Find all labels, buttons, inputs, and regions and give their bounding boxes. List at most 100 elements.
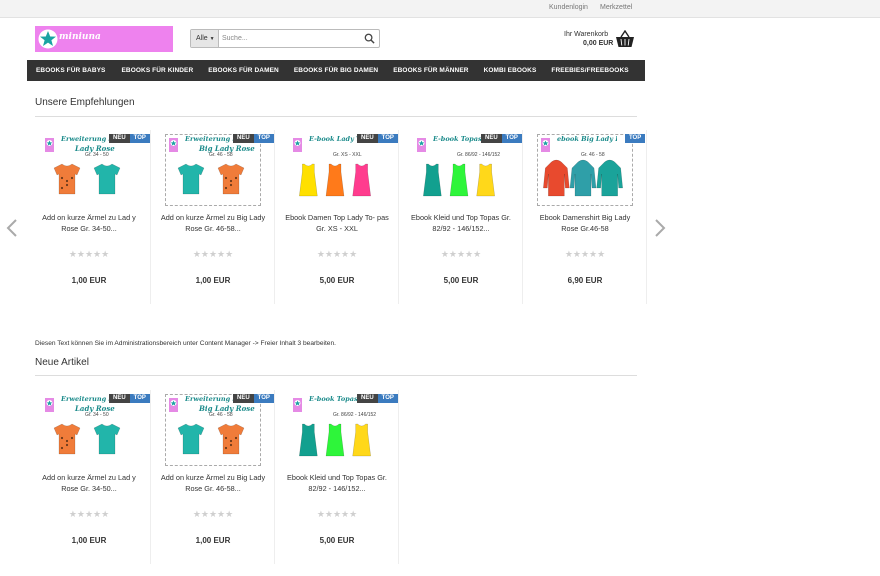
basket-icon[interactable] (615, 30, 635, 48)
new-badge: NEU (233, 394, 254, 403)
rating-stars: ★★★★★ (68, 509, 110, 519)
shirt-shape (53, 163, 81, 195)
star-logo-icon (38, 29, 58, 49)
nav-item-damen[interactable]: EBOOKS FÜR DAMEN (208, 67, 279, 74)
brand-stamp-icon (45, 138, 54, 152)
product-price: 5,00 EUR (443, 276, 479, 285)
top-bar: Kundenlogin Merkzettel (0, 0, 880, 18)
search-bar: Alle ▼ (190, 29, 380, 48)
pattern-dot (229, 179, 233, 183)
wishlist-link[interactable]: Merkzettel (600, 4, 632, 11)
product-name-link[interactable]: Add on kurze Ärmel zu Lad y Rose Gr. 34-… (35, 212, 143, 234)
shirt-shape (93, 163, 121, 195)
product-card[interactable]: Erweiterung kurze ÄrmelLady RoseGr. 34 -… (27, 130, 151, 304)
rating-stars: ★★★★★ (564, 249, 606, 259)
badge-group: TOP (625, 134, 646, 143)
rating-stars: ★★★★★ (192, 509, 234, 519)
shirt-shape (596, 159, 623, 197)
chevron-left-icon[interactable] (6, 218, 18, 238)
product-name-link[interactable]: Add on kurze Ärmel zu Big Lady Rose Gr. … (159, 212, 267, 234)
brand-name: miniuna (59, 32, 101, 42)
product-illustration (299, 423, 371, 457)
top-badge: TOP (377, 394, 398, 403)
pattern-dot (224, 186, 228, 190)
product-card[interactable]: E-book Topas Gr. 86/92 - 146/152 NEU TOP Ebo… (275, 390, 399, 564)
shirt-shape (423, 163, 442, 197)
shirt-shape (569, 159, 597, 197)
new-badge: NEU (357, 394, 378, 403)
search-input[interactable] (222, 31, 357, 46)
badge-group: NEU TOP (481, 134, 522, 143)
shirt-shape (53, 423, 81, 455)
badge-group: NEU TOP (109, 134, 150, 143)
badge-group: NEU TOP (109, 394, 150, 403)
top-badge: TOP (129, 394, 150, 403)
shirt-shape (177, 423, 205, 455)
chevron-right-icon[interactable] (654, 218, 666, 238)
divider (35, 116, 637, 117)
product-price: 6,90 EUR (567, 276, 603, 285)
product-name-link[interactable]: Add on kurze Ärmel zu Lad y Rose Gr. 34-… (35, 472, 143, 494)
badge-group: NEU TOP (357, 394, 398, 403)
product-name-link[interactable]: Ebook Kleid und Top Topas Gr. 82/92 - 14… (283, 472, 391, 494)
top-badge: TOP (377, 134, 398, 143)
product-price: 1,00 EUR (195, 536, 231, 545)
product-card[interactable]: Erweiterung kurze ÄrmelLady RoseGr. 34 -… (27, 390, 151, 564)
pattern-dot (65, 183, 69, 187)
product-name-link[interactable]: Add on kurze Ärmel zu Big Lady Rose Gr. … (159, 472, 267, 494)
top-badge: TOP (253, 134, 274, 143)
product-name-link[interactable]: Ebook Damenshirt Big Lady Rose Gr.46-58 (531, 212, 639, 234)
rating-stars: ★★★★★ (316, 249, 358, 259)
brand-stamp-icon (293, 138, 302, 152)
pattern-dot (224, 436, 228, 440)
brand-stamp-icon (541, 138, 550, 152)
search-category-label: Alle (196, 35, 208, 42)
product-illustration (423, 163, 495, 197)
top-badge: TOP (501, 134, 522, 143)
cart-total[interactable]: 0,00 EUR (583, 40, 613, 47)
nav-item-babys[interactable]: EBOOKS FÜR BABYS (36, 67, 106, 74)
top-badge: TOP (253, 394, 274, 403)
customer-login-link[interactable]: Kundenlogin (549, 4, 588, 11)
brand-stamp-icon (293, 398, 302, 412)
shirt-shape (177, 163, 205, 195)
top-badge: TOP (129, 134, 150, 143)
nav-item-kombi[interactable]: KOMBI EBOOKS (484, 67, 537, 74)
pattern-dot (60, 436, 64, 440)
free-content-note: Diesen Text können Sie im Administration… (35, 340, 336, 347)
cart-label[interactable]: Ihr Warenkorb (564, 31, 608, 38)
product-card[interactable]: Erweiterung kurze ÄrmelBig Lady RoseGr. … (151, 390, 275, 564)
nav-item-kinder[interactable]: EBOOKS FÜR KINDER (122, 67, 194, 74)
nav-item-freebies[interactable]: FREEBIES/FREEBOOKS (551, 67, 628, 74)
search-category-select[interactable]: Alle ▼ (191, 30, 219, 47)
pattern-dot (60, 186, 64, 190)
site-logo[interactable]: miniuna (35, 26, 173, 52)
product-illustration (53, 163, 121, 195)
product-illustration (177, 423, 245, 455)
shirt-shape (325, 163, 345, 197)
pattern-dot (234, 176, 238, 180)
nav-item-big-damen[interactable]: EBOOKS FÜR BIG DAMEN (294, 67, 378, 74)
new-badge: NEU (481, 134, 502, 143)
pattern-dot (60, 446, 64, 450)
product-card[interactable]: Erweiterung kurze ÄrmelBig Lady RoseGr. … (151, 130, 275, 304)
nav-item-maenner[interactable]: EBOOKS FÜR MÄNNER (393, 67, 468, 74)
brand-stamp-icon (169, 138, 178, 152)
product-card[interactable]: E-book Topas Gr. 86/92 - 146/152 NEU TOP Ebo… (399, 130, 523, 304)
product-name-link[interactable]: Ebook Damen Top Lady To- pas Gr. XS - XX… (283, 212, 391, 234)
rating-stars: ★★★★★ (440, 249, 482, 259)
product-price: 1,00 EUR (195, 276, 231, 285)
product-illustration (543, 159, 623, 197)
product-card[interactable]: E-book Lady TopasGr. XS - XXLNEUTOPEbook… (275, 130, 399, 304)
pattern-dot (229, 439, 233, 443)
chevron-down-icon: ▼ (209, 36, 215, 42)
search-icon[interactable] (364, 33, 375, 44)
product-illustration (177, 163, 245, 195)
shirt-shape (217, 423, 245, 455)
rating-stars: ★★★★★ (316, 509, 358, 519)
shirt-shape (325, 423, 345, 457)
product-card[interactable]: ebook Big Lady RoseGr. 46 - 58TOPEbook D… (523, 130, 647, 304)
shirt-shape (352, 423, 371, 457)
product-name-link[interactable]: Ebook Kleid und Top Topas Gr. 82/92 - 14… (407, 212, 515, 234)
shirt-shape (449, 163, 469, 197)
